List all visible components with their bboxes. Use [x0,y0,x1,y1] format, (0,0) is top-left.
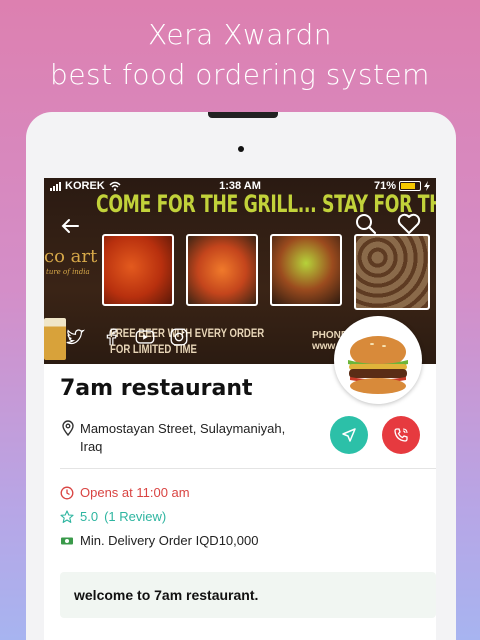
review-count[interactable]: (1 Review) [104,509,166,524]
search-button[interactable] [354,212,378,236]
heart-icon [397,213,421,234]
location-pin-icon [62,420,74,436]
opening-hours: Opens at 11:00 am [60,485,190,500]
phone-icon [394,428,408,442]
facebook-icon [106,328,117,346]
restaurant-address: Mamostayan Street, Sulaymaniyah, Iraq [80,421,286,454]
facebook-button[interactable] [100,326,122,348]
promo-headline: Xera Xwardn [148,18,332,51]
battery-icon [399,181,421,191]
banner-food-image [186,234,258,306]
battery-percent: 71% [373,180,396,192]
back-arrow-icon [61,219,79,233]
app-screen: COME FOR THE GRILL... STAY FOR THE co ar… [44,178,436,640]
welcome-message: welcome to 7am restaurant. [60,572,436,618]
battery-status: 71% [374,180,430,192]
min-order-row: Min. Delivery Order IQD10,000 [60,533,258,548]
twitter-button[interactable] [64,326,86,348]
opening-hours-text: Opens at 11:00 am [80,485,190,500]
youtube-icon [135,330,155,344]
rating-value: 5.0 [80,509,99,524]
youtube-button[interactable] [134,326,156,348]
directions-button[interactable] [330,416,368,454]
rating-row[interactable]: 5.0 (1 Review) [60,509,166,524]
instagram-button[interactable] [168,326,190,348]
navigation-arrow-icon [342,428,356,442]
search-icon [356,214,377,235]
favorite-button[interactable] [396,212,422,236]
beer-image [44,318,66,360]
section-divider [60,468,436,469]
banner-food-image [102,234,174,306]
twitter-icon [66,329,86,345]
call-button[interactable] [382,416,420,454]
status-bar: KOREK 1:38 AM 71% [44,178,436,196]
charging-icon [424,181,430,191]
banner-food-image [354,234,430,310]
burger-icon [348,336,408,394]
back-button[interactable] [58,214,82,238]
star-icon [60,509,74,523]
min-order-text: Min. Delivery Order IQD10,000 [80,533,259,548]
clock-icon [60,486,74,499]
device-notch [208,112,278,118]
banner-food-image [270,234,342,306]
instagram-icon [170,328,188,346]
money-icon [61,537,73,544]
camera-icon [238,146,244,152]
restaurant-logo [334,316,422,404]
banner-brand-sub: ture of india [46,268,90,276]
restaurant-name: 7am restaurant [60,376,253,401]
promo-subheadline: best food ordering system [50,58,430,91]
banner-brand: co art [44,246,98,267]
